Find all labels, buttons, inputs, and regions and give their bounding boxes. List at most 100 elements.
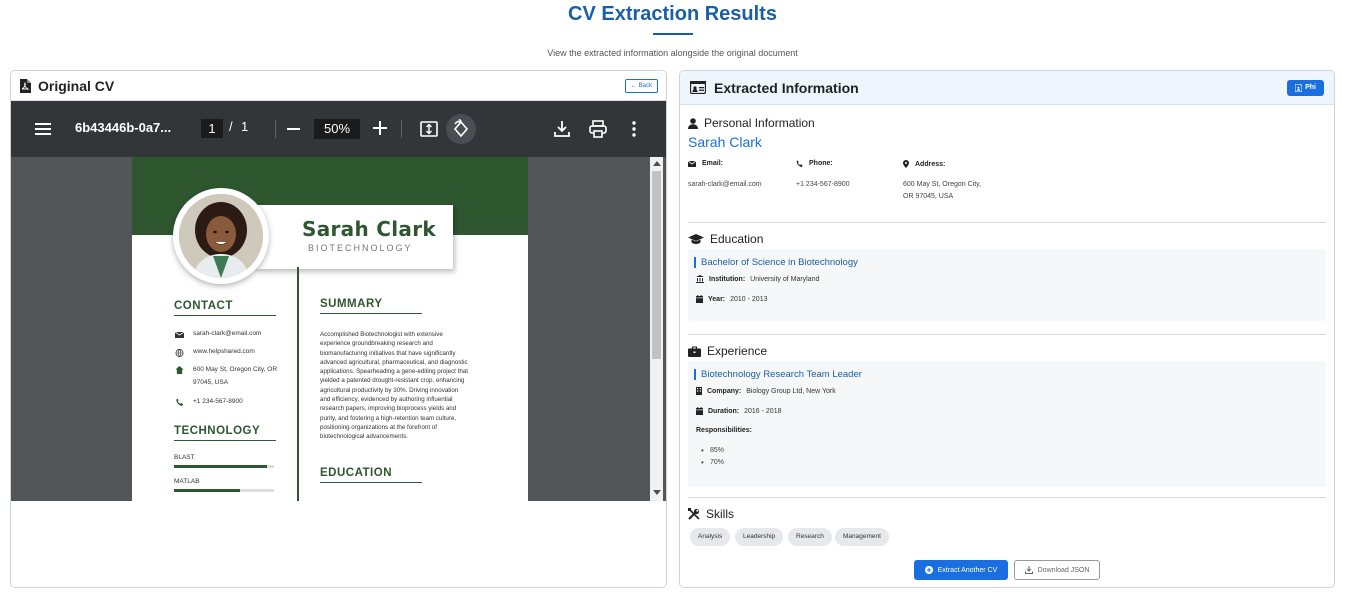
menu-icon[interactable] bbox=[35, 122, 51, 136]
cv-website: www.helpshared.com bbox=[193, 348, 255, 355]
building-icon bbox=[696, 387, 702, 395]
cv-contact-heading: CONTACT bbox=[174, 300, 233, 312]
home-icon bbox=[175, 366, 184, 374]
back-button[interactable]: ← Back bbox=[624, 78, 658, 93]
skill-chip: Leadership bbox=[735, 528, 784, 546]
duration-row: Duration: 2016 - 2018 bbox=[696, 407, 781, 415]
pdf-scrollbar[interactable] bbox=[650, 157, 663, 501]
total-pages: 1 bbox=[241, 119, 249, 134]
extracted-name: Sarah Clark bbox=[688, 134, 762, 150]
download-icon bbox=[1024, 566, 1033, 574]
education-card: Bachelor of Science in Biotechnology Ins… bbox=[688, 249, 1326, 321]
scrollbar-thumb[interactable] bbox=[652, 171, 661, 359]
briefcase-icon bbox=[688, 345, 701, 357]
summary-line: biomanufacturing initiatives that have s… bbox=[320, 349, 456, 357]
extract-button-label: Extract Another CV bbox=[937, 566, 998, 574]
responsibilities-label: Responsibilities: bbox=[696, 427, 752, 434]
pdf-toolbar: 6b43446b-0a7... 1 / 1 50% bbox=[11, 101, 666, 157]
calendar-icon bbox=[696, 407, 703, 415]
cv-heading-rule bbox=[174, 315, 276, 316]
phi-button[interactable]: Phi bbox=[1287, 79, 1324, 96]
education-heading-label: Education bbox=[710, 232, 764, 246]
more-options-icon[interactable] bbox=[624, 119, 644, 139]
summary-line: experience groundbreaking research and bbox=[320, 340, 433, 348]
responsibility-item: 85% bbox=[701, 446, 724, 455]
summary-line: advanced agricultural, pharmaceutical, a… bbox=[320, 358, 468, 366]
job-title: Biotechnology Research Team Leader bbox=[694, 369, 862, 380]
cv-column-divider bbox=[297, 267, 299, 501]
zoom-level-input[interactable]: 50% bbox=[314, 119, 360, 139]
summary-line: and efficiency, evidenced by authoring i… bbox=[320, 396, 453, 404]
cv-technology-heading: TECHNOLOGY bbox=[174, 425, 261, 437]
company-row: Company: Biology Group Ltd, New York bbox=[696, 387, 836, 395]
graduation-cap-icon bbox=[688, 233, 704, 244]
duration-label: Duration: bbox=[708, 407, 740, 415]
address-label-text: Address: bbox=[915, 160, 946, 168]
email-label-text: Email: bbox=[702, 160, 724, 167]
person-portrait-icon bbox=[179, 194, 263, 278]
profile-photo-image bbox=[179, 194, 263, 278]
globe-icon bbox=[175, 349, 184, 357]
phone-icon bbox=[176, 398, 184, 406]
year-value: 2010 - 2013 bbox=[730, 295, 768, 303]
cv-heading-rule bbox=[174, 440, 276, 441]
pdf-file-name: 6b43446b-0a7... bbox=[75, 120, 172, 135]
skills-heading-label: Skills bbox=[706, 507, 735, 521]
education-heading: Education bbox=[688, 232, 763, 246]
cv-skill-name: MATLAB bbox=[174, 478, 200, 485]
download-icon[interactable] bbox=[552, 119, 572, 139]
tools-icon bbox=[688, 508, 700, 520]
envelope-icon bbox=[175, 331, 184, 338]
institution-value: University of Maryland bbox=[750, 275, 820, 283]
envelope-icon bbox=[688, 160, 696, 167]
cv-phone: +1 234-567-8900 bbox=[193, 398, 243, 405]
fit-page-icon[interactable] bbox=[419, 119, 439, 139]
skill-chip: Management bbox=[835, 528, 889, 546]
phi-button-label: Phi bbox=[1305, 84, 1316, 91]
download-button-label: Download JSON bbox=[1037, 566, 1090, 574]
download-json-button[interactable]: Download JSON bbox=[1014, 560, 1100, 580]
cv-address-line1: 600 May St, Oregon City, OR bbox=[193, 366, 278, 373]
cv-summary-text: Accomplished Biotechnologist with extens… bbox=[320, 330, 485, 442]
pdf-viewer[interactable]: Sarah Clark BIOTECHNOLOGY CONTACT sarah-… bbox=[11, 157, 666, 501]
summary-line: biotechnological advancements. bbox=[320, 433, 409, 441]
extracted-info-panel: Extracted Information Phi Personal Infor… bbox=[679, 70, 1335, 588]
cv-skill-bar bbox=[174, 465, 274, 468]
scroll-down-arrow-icon[interactable] bbox=[653, 490, 661, 495]
skills-heading: Skills bbox=[688, 507, 734, 521]
summary-line: research papers, improving bioprocess yi… bbox=[320, 405, 457, 413]
personal-info-heading-label: Personal Information bbox=[704, 116, 815, 130]
cv-role: BIOTECHNOLOGY bbox=[308, 243, 413, 253]
skill-chip: Research bbox=[788, 528, 832, 546]
zoom-in-icon[interactable] bbox=[373, 121, 387, 135]
title-underline bbox=[652, 33, 693, 35]
cv-skill-name: BLAST bbox=[174, 454, 195, 461]
summary-line: positioning organizations at the forefro… bbox=[320, 423, 437, 431]
zoom-out-icon[interactable] bbox=[287, 128, 300, 130]
page-number-input[interactable]: 1 bbox=[201, 119, 223, 138]
year-row: Year: 2010 - 2013 bbox=[696, 295, 768, 303]
scroll-up-arrow-icon[interactable] bbox=[653, 161, 661, 166]
id-card-icon bbox=[690, 81, 706, 94]
cv-address-line2: 97045, USA bbox=[193, 379, 229, 386]
phone-label: Phone: bbox=[796, 160, 833, 167]
plus-circle-icon bbox=[924, 566, 933, 574]
toolbar-divider bbox=[275, 120, 276, 138]
cv-skill-bar bbox=[174, 489, 274, 492]
institution-row: Institution: University of Maryland bbox=[696, 275, 819, 283]
original-cv-title: Original CV bbox=[38, 77, 115, 94]
experience-heading: Experience bbox=[688, 344, 767, 358]
page-separator: / bbox=[229, 119, 233, 134]
year-label: Year: bbox=[708, 295, 726, 303]
duration-value: 2016 - 2018 bbox=[744, 407, 782, 415]
cv-profile-photo bbox=[173, 188, 269, 284]
company-label: Company: bbox=[707, 387, 742, 395]
summary-line: applications. Spearheading a gene-editin… bbox=[320, 368, 468, 376]
print-icon[interactable] bbox=[588, 119, 608, 139]
rotate-icon[interactable] bbox=[451, 119, 471, 139]
summary-line: agricultural productivity by 30%. Drivin… bbox=[320, 386, 459, 394]
section-divider bbox=[688, 497, 1326, 498]
extract-another-cv-button[interactable]: Extract Another CV bbox=[914, 560, 1008, 580]
back-button-label: Back bbox=[638, 82, 652, 89]
arrow-left-icon: ← bbox=[630, 82, 637, 89]
